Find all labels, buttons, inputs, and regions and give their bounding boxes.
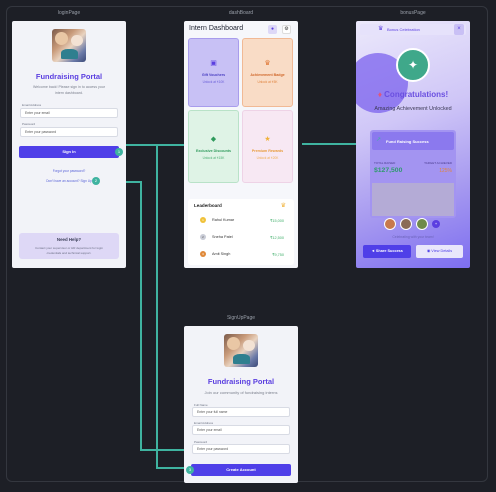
create-account-button[interactable]: Create Account [191,464,291,476]
party-icon: ✦ [396,48,430,82]
dashboard-title: Intern Dashboard [189,25,244,32]
success-card-header: ↗ Fund Raising Success [372,132,454,150]
email-label: Email Address [22,103,42,107]
password-field[interactable]: Enter your password [20,127,118,137]
success-card: ↗ Fund Raising Success TOTAL RAISED $127… [370,130,456,218]
connector-dashboard-down [156,144,158,469]
congrats-subtitle: Amazing Achievement Unlocked [374,106,452,112]
view-details-button[interactable]: ◉ View Details [416,245,463,258]
trophy-icon: ♛ [378,26,384,32]
hero-image [52,29,86,62]
frame-label-signup: SignUpPage [226,315,256,321]
forgot-password-link[interactable]: Forgot your password? [12,169,126,173]
signup-subtitle: Join our community of fundraising intern… [204,390,278,395]
connector-to-signup-bottom [156,467,186,469]
tag-icon: ◆ [210,136,217,143]
frame-label-bonus: bonusPage [400,10,426,16]
progress-area [372,183,454,216]
trophy-icon: ♛ [264,60,271,67]
bell-icon[interactable]: ● [268,25,277,34]
subtitle-line2: intern dashboard. [55,91,83,95]
frame-label-login: loginPage [57,10,81,16]
subtitle-line1: Welcome back! Please sign in to access y… [32,85,106,89]
trophy-icon: ♛ [280,203,286,209]
page-title: Fundraising Portal [35,72,103,81]
password-field[interactable]: Enter your password [192,444,290,454]
total-raised-label: TOTAL RAISED [374,161,396,165]
password-label: Password [22,122,36,126]
total-raised-value: $127,500 [374,167,403,174]
frame-label-dashboard: dashBoard [228,10,254,16]
bonus-header-title: Bonus Celebration [387,27,420,32]
help-text-line2: credentials and technical support. [46,251,92,255]
signup-screen: Fundraising Portal Join our community of… [184,326,298,483]
hero-image [224,334,258,367]
avatar [400,218,412,230]
flow-marker-2: 2 [92,177,100,185]
party-popper-icon: ♦ [377,90,382,99]
celebrating-text: Celebrating with your team! [392,235,434,239]
star-icon: ★ [264,136,271,143]
share-button[interactable]: ◄ Share Success [363,245,411,258]
tile-gift-vouchers[interactable]: ▣ Gift Vouchers Unlock at ₹10K [188,38,239,107]
chart-icon: ↗ [376,137,382,143]
full-name-field[interactable]: Enter your full name [192,407,290,417]
email-field[interactable]: Enter your email [20,108,118,118]
gear-icon[interactable]: ⚙ [282,25,291,34]
email-field[interactable]: Enter your email [192,425,290,435]
leaderboard: Leaderboard ♛ 1 Rahul Kumar ₹15,000 2 Sn… [188,199,294,265]
avatar [384,218,396,230]
connector-login-to-dashboard [126,144,184,146]
avatar [416,218,428,230]
connector-signup-in [140,449,186,451]
share-icon: ◄ [371,249,375,253]
leaderboard-row: 3 Amit Singh ₹9,750 [188,251,294,261]
bonus-screen: ♛ Bonus Celebration × ✦ ♦ Congratulation… [356,21,470,268]
congrats-title: ♦ Congratulations! [377,90,449,99]
eye-icon: ◉ [426,249,431,253]
tile-exclusive-discounts[interactable]: ◆ Exclusive Discounts Unlock at ₹15K [188,110,239,183]
signup-link[interactable]: Don't have an account? Sign Up [12,179,126,183]
help-box: Need Help? Contact your supervisor or HR… [19,233,119,259]
bonus-header: ♛ Bonus Celebration × [360,24,466,35]
tile-achievement-badge[interactable]: ♛ Achievement Badge Unlock at ₹5K [242,38,293,107]
signin-button[interactable]: Sign In [19,146,119,158]
card-title: Fund Raising Success [386,139,429,144]
page-title: Fundraising Portal [207,377,275,386]
leaderboard-row: 2 Sneha Patel ₹12,500 [188,234,294,244]
connector-signup-down [140,181,142,451]
close-icon[interactable]: × [454,24,464,35]
more-avatars-icon: + [432,220,440,228]
flow-marker-3: 3 [186,466,194,474]
flow-marker-1: 1 [115,148,123,156]
login-screen: Fundraising Portal Welcome back! Please … [12,21,126,268]
connector-dashboard-to-bonus [302,143,356,145]
target-label: TARGET ACHIEVED [424,161,452,165]
dashboard-screen: Intern Dashboard ● ⚙ ▣ Gift Vouchers Unl… [184,21,298,268]
leaderboard-row: 1 Rahul Kumar ₹15,000 [188,217,294,227]
tile-premium-rewards[interactable]: ★ Premium Rewards Unlock at ₹20K [242,110,293,183]
team-avatars: + [384,218,444,230]
gift-icon: ▣ [210,60,217,67]
help-title: Need Help? [56,237,82,242]
target-pct: 125% [439,168,452,174]
leaderboard-title: Leaderboard [194,203,222,208]
help-text-line1: Contact your supervisor or HR department… [35,246,103,250]
